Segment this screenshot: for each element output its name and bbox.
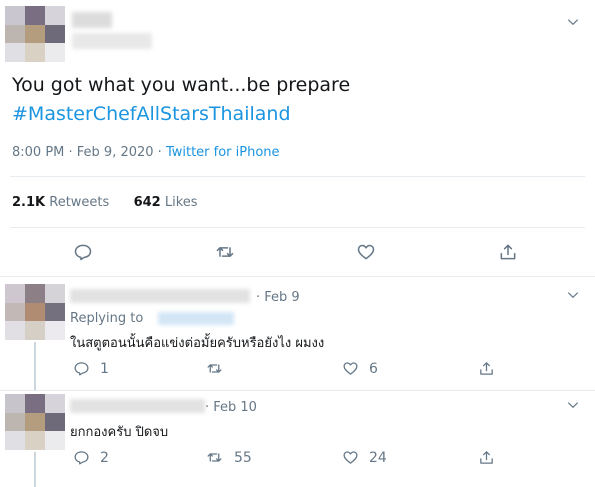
reply-icon (74, 451, 89, 465)
likes-label: Likes (164, 195, 198, 210)
divider (10, 227, 585, 228)
share-icon (480, 451, 493, 464)
like-icon (357, 244, 375, 260)
divider (0, 390, 595, 391)
retweets-label: Retweets (49, 195, 110, 210)
thread-line (34, 342, 36, 390)
like-count: 24 (369, 449, 387, 466)
reply-avatar[interactable] (5, 394, 65, 450)
chevron-down-icon[interactable] (566, 15, 580, 29)
retweet-icon (207, 453, 222, 462)
reply-button[interactable] (73, 242, 93, 262)
like-button[interactable]: 24 (342, 449, 387, 466)
divider (10, 176, 585, 177)
tweet-source[interactable]: Twitter for iPhone (166, 145, 280, 160)
like-icon (343, 362, 358, 375)
retweets-count: 2.1K (12, 195, 46, 210)
thread-line (34, 452, 36, 487)
likes-count: 642 (133, 195, 161, 210)
like-count: 6 (369, 360, 378, 377)
share-button[interactable] (498, 242, 518, 262)
likes-stat[interactable]: 642 Likes (134, 195, 198, 210)
tweet-datetime[interactable]: 8:00 PM · Feb 9, 2020 · (12, 145, 166, 160)
chevron-down-icon[interactable] (566, 288, 580, 302)
reply-icon (74, 244, 92, 261)
reply-icon (74, 362, 89, 376)
replying-to-handle[interactable] (158, 312, 234, 325)
reply-count: 1 (100, 360, 109, 377)
reply-avatar[interactable] (5, 284, 65, 340)
like-icon (343, 451, 358, 464)
reply-text: ในสตูตอนนั้นคือแข่งต่อมั้ยครับหรือยังไง … (70, 336, 325, 351)
share-icon (500, 244, 516, 260)
reply-button[interactable]: 1 (73, 360, 109, 377)
like-button[interactable]: 6 (342, 360, 378, 377)
reply-count: 2 (100, 449, 109, 466)
share-icon (480, 362, 493, 375)
author-display-name[interactable] (72, 12, 112, 28)
chevron-down-icon[interactable] (566, 398, 580, 412)
retweets-stat[interactable]: 2.1K Retweets (12, 195, 109, 210)
retweet-icon (207, 364, 222, 373)
share-button[interactable] (478, 449, 495, 466)
reply-button[interactable]: 2 (73, 449, 109, 466)
author-handle[interactable] (72, 33, 152, 49)
like-button[interactable] (356, 242, 376, 262)
reply-text: ยกกองครับ ปิดจบ (70, 425, 169, 440)
retweet-button[interactable]: 55 (205, 449, 252, 466)
reply-author-name[interactable] (70, 289, 250, 303)
reply-date[interactable]: · Feb 9 (256, 290, 300, 305)
retweet-icon (216, 247, 234, 257)
share-button[interactable] (478, 360, 495, 377)
tweet-text: You got what you want...be prepare (12, 74, 351, 96)
tweet-meta: 8:00 PM · Feb 9, 2020 · Twitter for iPho… (12, 145, 280, 160)
retweet-count: 55 (234, 449, 252, 466)
retweet-button[interactable] (205, 360, 234, 377)
reply-date[interactable]: · Feb 10 (205, 400, 257, 415)
reply-author-name[interactable] (70, 399, 205, 413)
tweet-stats: 2.1K Retweets 642 Likes (12, 195, 198, 210)
hashtag-link[interactable]: #MasterChefAllStarsThailand (12, 101, 291, 127)
author-avatar[interactable] (5, 6, 65, 62)
divider (0, 276, 595, 277)
retweet-button[interactable] (214, 242, 236, 262)
replying-to-label: Replying to (70, 311, 144, 326)
